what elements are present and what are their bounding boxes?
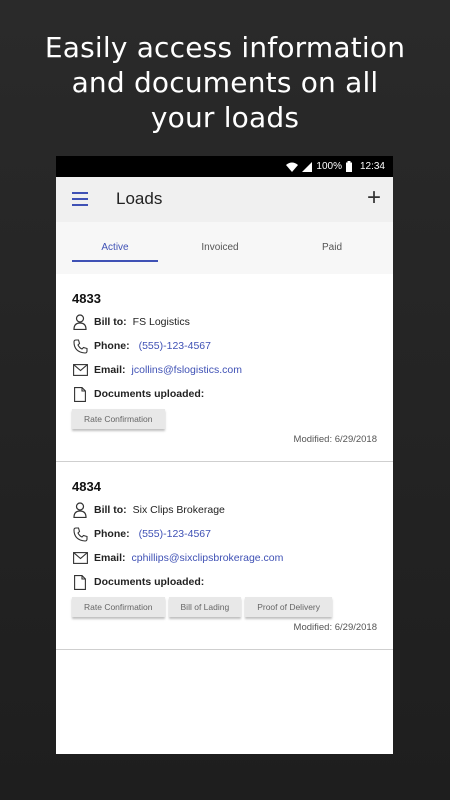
status-bar: 100% 12:34 [56,156,393,177]
tab-paid[interactable]: Paid [292,242,372,253]
phone-link[interactable]: (555)-123-4567 [139,528,211,540]
modified-row: Modified: 6/29/2018 [294,622,377,633]
bill-to-value: FS Logistics [132,316,190,328]
email-link[interactable]: jcollins@fslogistics.com [132,364,242,376]
phone-row: Phone: (555)-123-4567 [72,338,211,354]
email-label: Email: [94,364,126,376]
document-chip[interactable]: Bill of Lading [168,597,242,617]
active-tab-indicator [72,260,158,262]
load-card[interactable]: 4834 Bill to: Six Clips Brokerage Phone:… [56,462,393,650]
promo-headline: Easily access information and documents … [0,30,450,135]
email-link[interactable]: cphillips@sixclipsbrokerage.com [132,552,284,564]
documents-label: Documents uploaded: [94,388,205,400]
plus-icon[interactable]: + [367,186,381,210]
document-chip[interactable]: Rate Confirmation [72,597,165,617]
modified-label: Modified: [293,622,333,633]
email-row: Email: jcollins@fslogistics.com [72,362,242,378]
phone-icon [72,526,88,542]
person-icon [72,314,88,330]
headline-line-3: your loads [150,101,300,134]
document-chips: Rate Confirmation [72,409,165,429]
email-row: Email: cphillips@sixclipsbrokerage.com [72,550,283,566]
tab-active[interactable]: Active [72,242,158,253]
hamburger-icon[interactable] [72,192,88,206]
tab-invoiced[interactable]: Invoiced [180,242,260,253]
phone-label: Phone: [94,528,130,540]
phone-row: Phone: (555)-123-4567 [72,526,211,542]
email-label: Email: [94,552,126,564]
person-icon [72,502,88,518]
modified-label: Modified: [293,434,333,445]
document-icon [72,574,88,590]
phone-label: Phone: [94,340,130,352]
battery-icon [345,161,352,172]
clock: 12:34 [359,161,385,172]
envelope-icon [72,362,88,378]
load-id: 4833 [72,291,101,306]
documents-row: Documents uploaded: [72,386,210,402]
battery-percent: 100% [316,161,342,172]
envelope-icon [72,550,88,566]
document-chip[interactable]: Proof of Delivery [245,597,333,617]
load-id: 4834 [72,479,101,494]
phone-icon [72,338,88,354]
modified-date: 6/29/2018 [334,434,377,445]
bill-to-label: Bill to: [94,316,127,328]
bill-to-row: Bill to: FS Logistics [72,314,190,330]
document-icon [72,386,88,402]
headline-line-1: Easily access information [44,31,406,64]
documents-row: Documents uploaded: [72,574,210,590]
modified-row: Modified: 6/29/2018 [294,434,377,445]
modified-date: 6/29/2018 [334,622,377,633]
tab-bar: Active Invoiced Paid [56,222,393,274]
document-chip[interactable]: Rate Confirmation [72,409,165,429]
bill-to-row: Bill to: Six Clips Brokerage [72,502,225,518]
documents-label: Documents uploaded: [94,576,205,588]
load-card[interactable]: 4833 Bill to: FS Logistics Phone: (555)-… [56,274,393,462]
document-chips: Rate Confirmation Bill of Lading Proof o… [72,597,333,617]
bill-to-value: Six Clips Brokerage [132,504,225,516]
phone-screen: 100% 12:34 Loads + Active Invoiced Paid … [56,156,393,754]
app-bar: Loads + [56,177,393,222]
phone-link[interactable]: (555)-123-4567 [139,340,211,352]
page-title: Loads [116,189,163,208]
signal-icon [302,161,313,172]
wifi-icon [286,162,299,172]
headline-line-2: and documents on all [71,66,379,99]
bill-to-label: Bill to: [94,504,127,516]
